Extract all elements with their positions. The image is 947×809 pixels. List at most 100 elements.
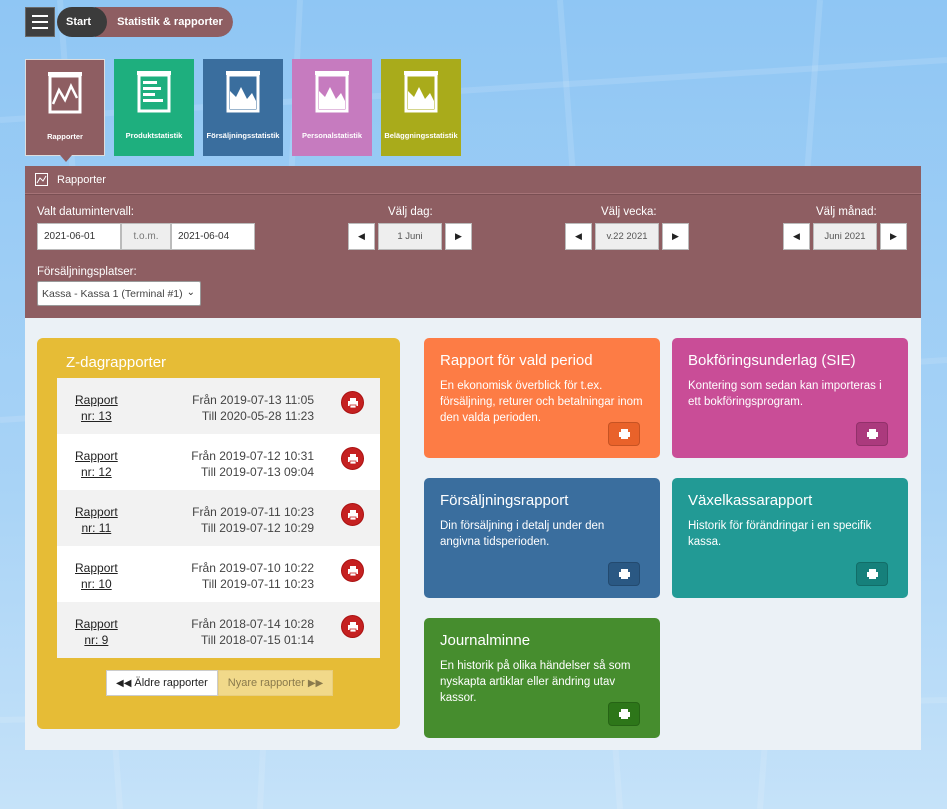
report-link[interactable]: Rapport nr: 9: [75, 616, 118, 648]
area-chart-icon: [226, 71, 260, 113]
caret-right-icon: ▶: [455, 231, 462, 241]
date-from-input[interactable]: 2021-06-01: [37, 223, 121, 250]
report-dates: Från 2019-07-12 10:31 Till 2019-07-13 09:…: [191, 449, 314, 479]
breadcrumb-start[interactable]: Start: [57, 7, 108, 37]
print-button[interactable]: [608, 562, 640, 586]
location-select[interactable]: Kassa - Kassa 1 (Terminal #1) ⌄: [37, 281, 201, 306]
date-to-input[interactable]: 2021-06-04: [171, 223, 255, 250]
print-button[interactable]: [608, 702, 640, 726]
line-chart-icon: [35, 173, 48, 186]
month-next-button[interactable]: ▶: [880, 223, 907, 250]
chevron-down-icon: ⌄: [186, 287, 195, 298]
double-chevron-left-icon: ◀◀: [116, 677, 132, 689]
caret-left-icon: ◀: [358, 231, 365, 241]
menu-icon-line: [32, 21, 48, 23]
print-icon: [347, 397, 358, 408]
week-next-button[interactable]: ▶: [662, 223, 689, 250]
tile-produktstatistik[interactable]: Produktstatistik: [114, 59, 194, 156]
list-item: Rapport nr: 9 Från 2018-07-14 10:28 Till 2…: [57, 602, 380, 658]
statistics-tiles: Rapporter Produktstatistik Försäljningss…: [25, 59, 461, 162]
card-title: Försäljningsrapport: [440, 492, 569, 509]
tile-label: Beläggningsstatistik: [384, 131, 458, 140]
month-label: Välj månad:: [816, 206, 877, 218]
panel-title: Rapporter: [57, 173, 106, 186]
tile-personalstatistik[interactable]: Personalstatistik: [292, 59, 372, 156]
print-button[interactable]: [608, 422, 640, 446]
print-icon: [347, 565, 358, 576]
list-item: Rapport nr: 11 Från 2019-07-11 10:23 Till …: [57, 490, 380, 546]
card-title: Rapport för vald period: [440, 352, 593, 369]
print-icon: [866, 569, 878, 579]
week-label: Välj vecka:: [601, 206, 657, 218]
menu-icon-line: [32, 27, 48, 29]
card-sie: Bokföringsunderlag (SIE) Kontering som s…: [672, 338, 908, 458]
print-button[interactable]: [856, 422, 888, 446]
card-description: Din försäljning i detalj under den angiv…: [440, 520, 605, 548]
print-icon: [347, 621, 358, 632]
top-bar: Start Statistik & rapporter: [25, 7, 233, 37]
card-title: Växelkassarapport: [688, 492, 813, 509]
double-chevron-right-icon: ▶▶: [307, 677, 324, 689]
day-next-button[interactable]: ▶: [445, 223, 472, 250]
line-chart-icon: [48, 72, 82, 114]
card-period-report: Rapport för vald period En ekonomisk öve…: [424, 338, 660, 458]
month-value[interactable]: Juni 2021: [813, 223, 877, 250]
tile-label: Försäljningsstatistik: [206, 131, 280, 140]
week-value[interactable]: v.22 2021: [595, 223, 659, 250]
print-report-button[interactable]: [341, 391, 364, 414]
date-range-label: Valt datumintervall:: [37, 206, 134, 218]
location-label: Försäljningsplatser:: [37, 266, 137, 278]
tile-rapporter[interactable]: Rapporter: [25, 59, 105, 162]
area-chart-icon: [404, 71, 438, 113]
card-description: Historik för förändringar i en specifik …: [688, 520, 872, 548]
z-day-reports: Z-dagrapporter Rapport nr: 13 Från 2019-0…: [37, 338, 400, 729]
menu-icon-line: [32, 15, 48, 17]
newer-reports-label: Nyare rapporter: [227, 677, 305, 689]
card-sales-report: Försäljningsrapport Din försäljning i de…: [424, 478, 660, 598]
content-area: Z-dagrapporter Rapport nr: 13 Från 2019-0…: [25, 318, 921, 750]
print-icon: [618, 429, 630, 439]
tile-belaggningsstatistik[interactable]: Beläggningsstatistik: [381, 59, 461, 156]
report-dates: Från 2019-07-11 10:23 Till 2019-07-12 10:…: [192, 505, 314, 535]
newer-reports-button[interactable]: Nyare rapporter ▶▶: [217, 670, 334, 696]
report-dates: Från 2019-07-10 10:22 Till 2019-07-11 10:…: [191, 561, 314, 591]
report-link[interactable]: Rapport nr: 10: [75, 560, 118, 592]
day-label: Välj dag:: [388, 206, 433, 218]
caret-right-icon: ▶: [672, 231, 679, 241]
reports-panel: Rapporter Valt datumintervall: 2021-06-0…: [25, 166, 921, 750]
card-description: En historik på olika händelser så som ny…: [440, 660, 631, 704]
card-cash-change-report: Växelkassarapport Historik för förändrin…: [672, 478, 908, 598]
report-dates: Från 2018-07-14 10:28 Till 2018-07-15 01:…: [191, 617, 314, 647]
print-icon: [347, 453, 358, 464]
location-value: Kassa - Kassa 1 (Terminal #1): [42, 287, 183, 300]
report-link[interactable]: Rapport nr: 12: [75, 448, 118, 480]
tile-label: Personalstatistik: [301, 131, 363, 140]
print-button[interactable]: [856, 562, 888, 586]
card-title: Journalminne: [440, 632, 531, 649]
caret-right-icon: ▶: [890, 231, 897, 241]
print-report-button[interactable]: [341, 615, 364, 638]
month-prev-button[interactable]: ◀: [783, 223, 810, 250]
list-item: Rapport nr: 13 Från 2019-07-13 11:05 Till …: [57, 378, 380, 434]
print-icon: [866, 429, 878, 439]
bar-list-icon: [137, 71, 171, 113]
caret-left-icon: ◀: [575, 231, 582, 241]
print-icon: [618, 569, 630, 579]
print-icon: [618, 709, 630, 719]
report-link[interactable]: Rapport nr: 13: [75, 392, 118, 424]
day-prev-button[interactable]: ◀: [348, 223, 375, 250]
print-report-button[interactable]: [341, 447, 364, 470]
older-reports-button[interactable]: ◀◀ Äldre rapporter: [106, 670, 218, 696]
print-report-button[interactable]: [341, 503, 364, 526]
caret-left-icon: ◀: [793, 231, 800, 241]
tile-forsaljningsstatistik[interactable]: Försäljningsstatistik: [203, 59, 283, 156]
print-report-button[interactable]: [341, 559, 364, 582]
card-description: Kontering som sedan kan importeras i ett…: [688, 380, 882, 408]
older-reports-label: Äldre rapporter: [134, 677, 208, 689]
report-link[interactable]: Rapport nr: 11: [75, 504, 118, 536]
week-prev-button[interactable]: ◀: [565, 223, 592, 250]
tile-label: Rapporter: [47, 132, 83, 141]
day-value[interactable]: 1 Juni: [378, 223, 442, 250]
list-item: Rapport nr: 12 Från 2019-07-12 10:31 Till …: [57, 434, 380, 490]
hamburger-menu-button[interactable]: [25, 7, 55, 37]
